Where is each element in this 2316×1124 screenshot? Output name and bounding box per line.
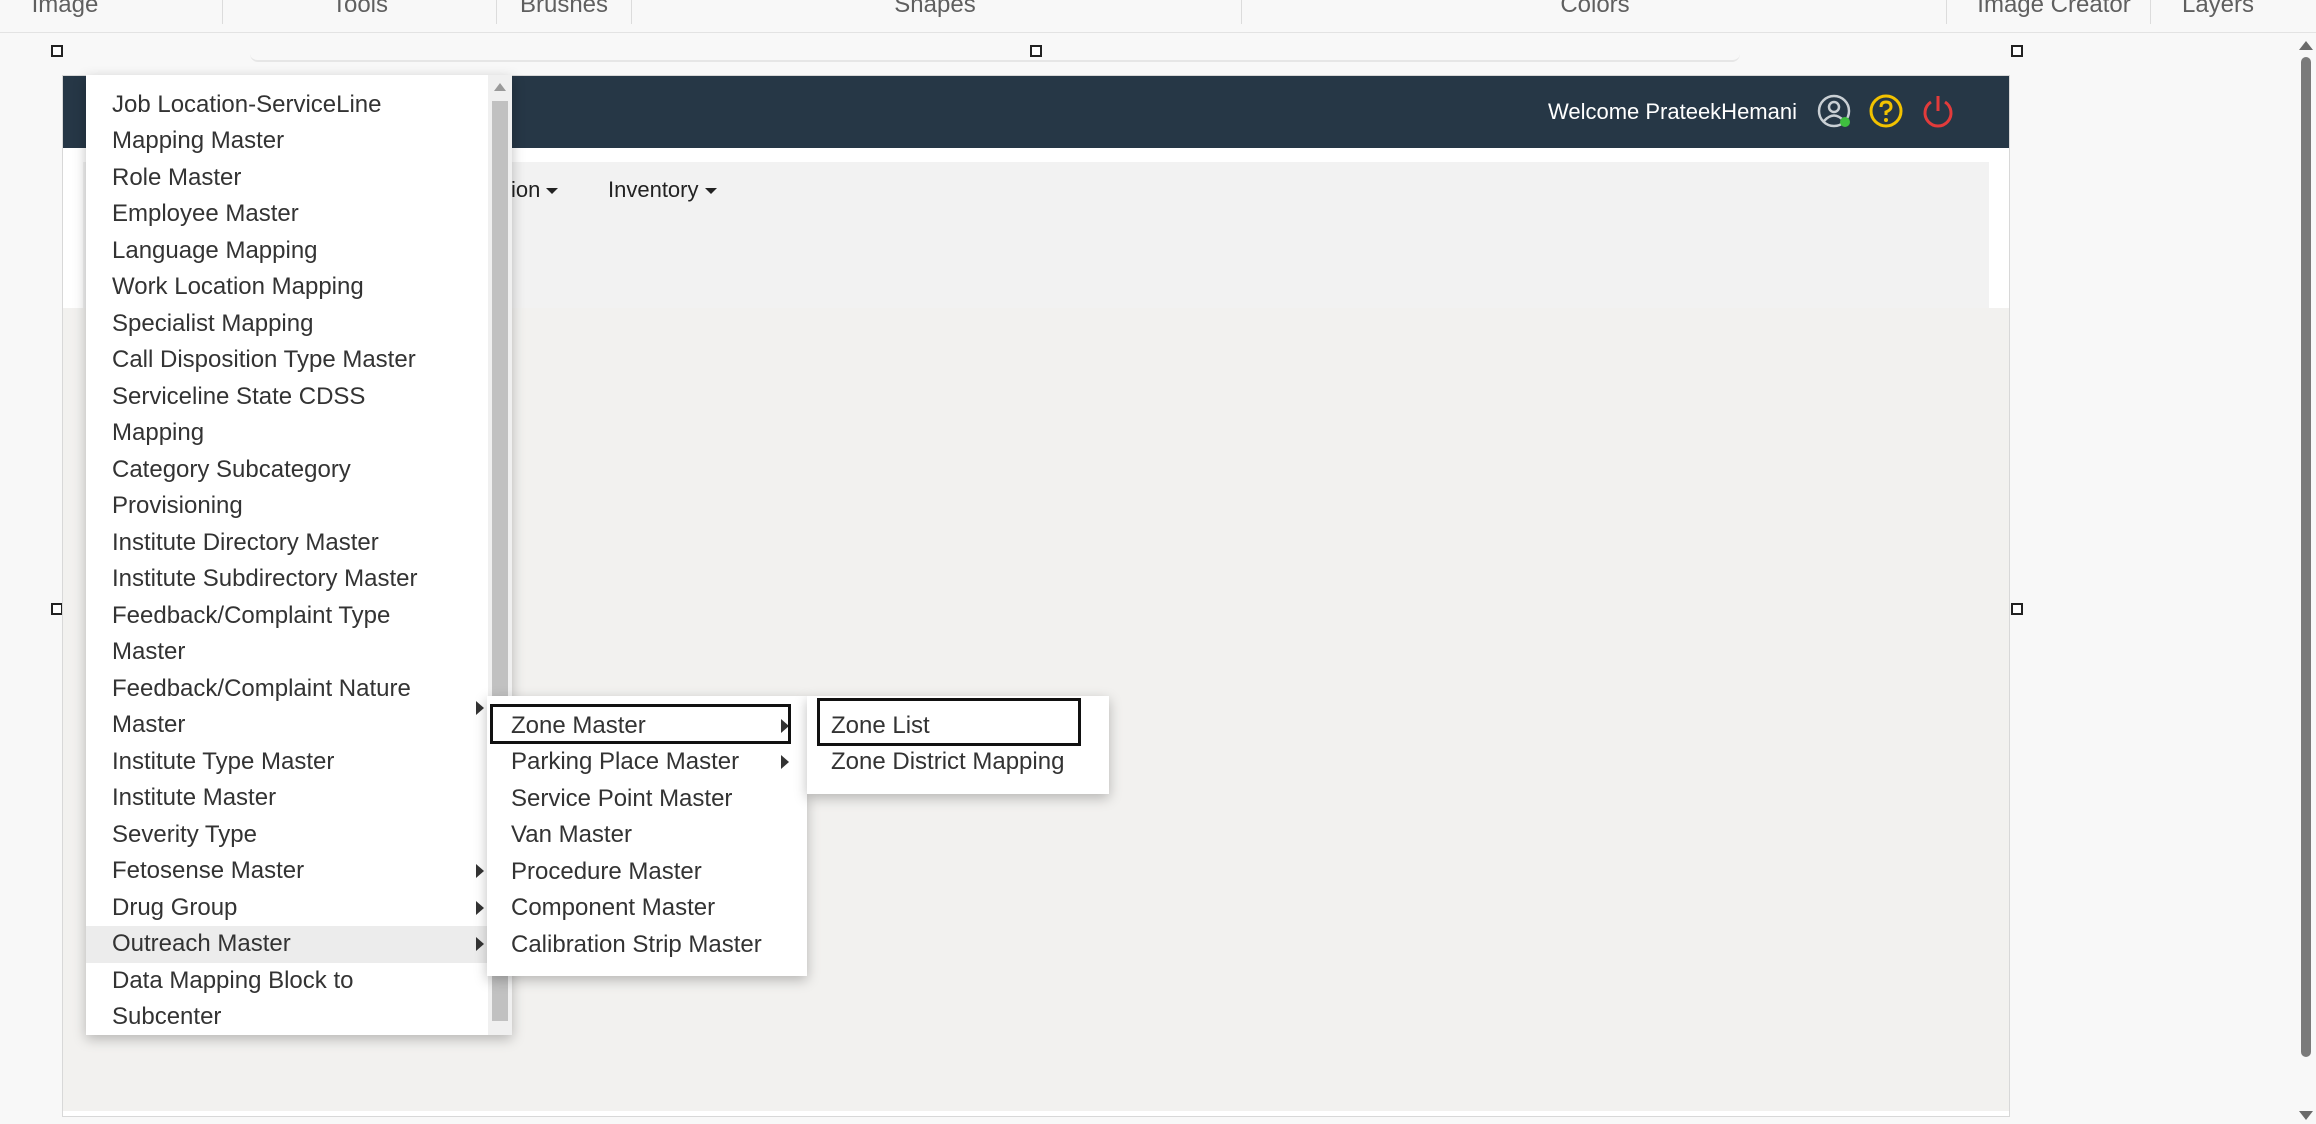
menu-item-component-master[interactable]: Component Master (511, 890, 801, 927)
menu-item-serviceline-state-cdss-cont[interactable]: Mapping (112, 415, 472, 452)
menu-item-severity-type[interactable]: Severity Type (112, 817, 472, 854)
menu-item-outreach-master[interactable]: Outreach Master (86, 926, 488, 963)
menu-item-calibration-strip-master[interactable]: Calibration Strip Master (511, 927, 801, 964)
menu-item-data-mapping-block-cont[interactable]: Subcenter (112, 999, 472, 1035)
menu-item-role-master[interactable]: Role Master (112, 160, 472, 197)
ribbon-separator (631, 0, 632, 24)
menu-item-specialist-mapping[interactable]: Specialist Mapping (112, 306, 472, 343)
menu-item-procedure-master[interactable]: Procedure Master (511, 854, 801, 891)
ribbon-separator (496, 0, 497, 24)
ribbon-colors[interactable]: Colors (1520, 0, 1670, 33)
ribbon-tools[interactable]: Tools (300, 0, 420, 33)
nav-item-partial[interactable]: ion (511, 172, 559, 208)
ribbon-shapes[interactable]: Shapes (860, 0, 1010, 33)
menu-item-fetosense-master[interactable]: Fetosense Master (112, 853, 472, 890)
submenu-arrow-icon (476, 937, 484, 951)
menu-item-institute-master[interactable]: Institute Master (112, 780, 472, 817)
menu-item-call-disposition-type-master[interactable]: Call Disposition Type Master (112, 342, 472, 379)
canvas-scroll-thumb[interactable] (2301, 57, 2311, 1057)
ribbon-separator (1241, 0, 1242, 24)
menu-item-category-subcategory-cont[interactable]: Provisioning (112, 488, 472, 525)
ribbon-image-creator[interactable]: Image Creator (1964, 0, 2144, 33)
user-profile-icon[interactable] (1815, 92, 1853, 130)
resize-handle[interactable] (1030, 45, 1042, 57)
menu-item-parking-place-master[interactable]: Parking Place Master (511, 744, 801, 781)
menu-item-serviceline-state-cdss[interactable]: Serviceline State CDSS (112, 379, 472, 416)
focus-outline (490, 704, 791, 744)
caret-down-icon (704, 188, 717, 195)
scroll-down-icon[interactable] (2299, 1111, 2313, 1120)
menu-item-job-location-serviceline-cont[interactable]: Mapping Master (112, 123, 472, 160)
ribbon-separator (2150, 0, 2151, 24)
ribbon-brushes[interactable]: Brushes (512, 0, 616, 33)
ribbon-layers[interactable]: Layers (2168, 0, 2268, 33)
canvas-horizontal-edge (250, 48, 1740, 62)
scroll-up-icon[interactable] (2299, 41, 2313, 50)
menu-item-zone-district-mapping[interactable]: Zone District Mapping (831, 744, 1101, 781)
menu-item-feedback-complaint-type[interactable]: Feedback/Complaint Type (112, 598, 472, 635)
menu-item-data-mapping-block[interactable]: Data Mapping Block to (112, 963, 472, 1000)
menu-item-drug-group[interactable]: Drug Group (112, 890, 472, 927)
menu-item-institute-directory-master[interactable]: Institute Directory Master (112, 525, 472, 562)
master-dropdown-menu: Job Location-ServiceLine Mapping Master … (86, 75, 512, 1035)
submenu-arrow-icon (476, 901, 484, 915)
nav-item-inventory-label: Inventory (608, 177, 699, 202)
menu-item-category-subcategory[interactable]: Category Subcategory (112, 452, 472, 489)
scroll-up-icon[interactable] (494, 83, 506, 91)
caret-down-icon (546, 188, 559, 195)
menu-item-service-point-master[interactable]: Service Point Master (511, 781, 801, 818)
menu-item-language-mapping[interactable]: Language Mapping (112, 233, 472, 270)
help-icon[interactable] (1867, 92, 1905, 130)
power-icon[interactable] (1919, 92, 1957, 130)
nav-item-inventory[interactable]: Inventory (608, 172, 717, 208)
menu-item-institute-type-master[interactable]: Institute Type Master (112, 744, 472, 781)
paint-ribbon: Image Tools Brushes Shapes Colors Image … (0, 0, 2316, 33)
zone-master-submenu: Zone List Zone District Mapping (807, 696, 1109, 794)
submenu-arrow-icon (781, 755, 789, 769)
resize-handle[interactable] (2011, 603, 2023, 615)
menu-item-feedback-complaint-nature-cont[interactable]: Master (112, 707, 472, 744)
submenu-arrow-icon (476, 701, 484, 715)
nav-item-partial-label: ion (511, 177, 541, 202)
menu-item-feedback-complaint-type-cont[interactable]: Master (112, 634, 472, 671)
menu-item-job-location-serviceline[interactable]: Job Location-ServiceLine (112, 87, 472, 124)
canvas-vertical-scrollbar[interactable] (2296, 33, 2316, 1124)
outreach-master-submenu: Zone Master Parking Place Master Service… (487, 696, 807, 976)
menu-item-institute-subdirectory-master[interactable]: Institute Subdirectory Master (112, 561, 472, 598)
ribbon-image[interactable]: Image (20, 0, 110, 33)
resize-handle[interactable] (51, 45, 63, 57)
menu-item-zone-list[interactable]: Zone List (831, 708, 1101, 745)
resize-handle[interactable] (2011, 45, 2023, 57)
welcome-text: Welcome PrateekHemani (1547, 99, 1797, 124)
ribbon-separator (222, 0, 223, 24)
menu-item-van-master[interactable]: Van Master (511, 817, 801, 854)
ribbon-separator (1946, 0, 1947, 24)
menu-item-feedback-complaint-nature[interactable]: Feedback/Complaint Nature (112, 671, 472, 708)
menu-item-work-location-mapping[interactable]: Work Location Mapping (112, 269, 472, 306)
submenu-arrow-icon (476, 864, 484, 878)
menu-item-employee-master[interactable]: Employee Master (112, 196, 472, 233)
